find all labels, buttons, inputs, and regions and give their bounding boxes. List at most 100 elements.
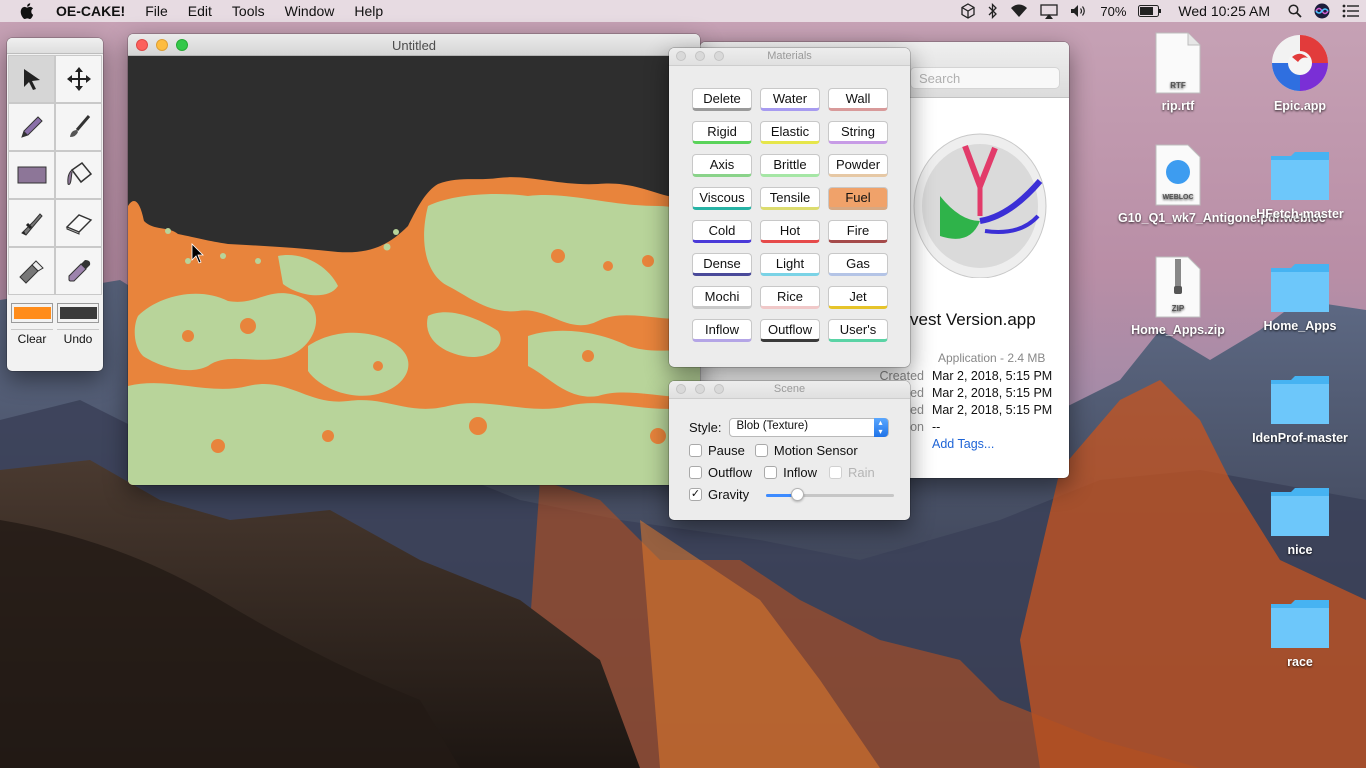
desktop-icon-idenprof-master[interactable]: IdenProf-master (1240, 374, 1360, 446)
style-row: Style: Blob (Texture) ▴ ▾ (689, 418, 889, 437)
desktop-icon-epic-app[interactable]: Epic.app (1240, 32, 1360, 114)
undo-button[interactable]: Undo (57, 329, 99, 349)
pencil-tool[interactable] (8, 103, 55, 151)
tool-palette: Clear Undo (7, 38, 103, 371)
gravity-row: ✓ Gravity (689, 487, 895, 502)
material-button-rice[interactable]: Rice (760, 286, 820, 309)
desktop-icon-label: rip.rtf (1161, 99, 1195, 113)
brush-tool[interactable] (55, 103, 102, 151)
material-button-light[interactable]: Light (760, 253, 820, 276)
svg-text:RTF: RTF (1170, 81, 1186, 90)
move-tool[interactable] (55, 55, 102, 103)
flashlight-tool[interactable] (8, 247, 55, 295)
app-menu[interactable]: OE-CAKE! (52, 3, 135, 19)
desktop-icon-home-apps[interactable]: Home_Apps (1240, 262, 1360, 334)
material-button-axis[interactable]: Axis (692, 154, 752, 177)
folder-icon (1271, 488, 1329, 536)
wifi-icon[interactable] (1010, 4, 1028, 18)
material-button-mochi[interactable]: Mochi (692, 286, 752, 309)
bluetooth-icon[interactable] (988, 3, 998, 19)
fill-tool[interactable] (55, 151, 102, 199)
desktop-icon-race[interactable]: race (1240, 598, 1360, 670)
battery-icon[interactable] (1138, 5, 1162, 17)
desktop-icon-nice[interactable]: nice (1240, 486, 1360, 558)
material-button-elastic[interactable]: Elastic (760, 121, 820, 144)
material-button-wall[interactable]: Wall (828, 88, 888, 111)
gravity-checkbox[interactable]: ✓ (689, 488, 702, 501)
volume-icon[interactable] (1070, 4, 1088, 18)
materials-grid: Delete Water Wall Rigid Elastic String Axis Bri… (692, 88, 888, 342)
slider-knob[interactable] (791, 487, 805, 501)
material-button-string[interactable]: String (828, 121, 888, 144)
knife-tool[interactable] (8, 199, 55, 247)
edit-menu[interactable]: Edit (178, 3, 222, 19)
desktop-icon-home-apps-zip[interactable]: ZIP Home_Apps.zip (1118, 256, 1238, 338)
gravity-slider[interactable] (766, 487, 895, 502)
style-select[interactable]: Blob (Texture) ▴ ▾ (728, 418, 889, 437)
color-swatches (7, 295, 103, 323)
motion-sensor-label: Motion Sensor (773, 443, 858, 458)
material-button-hot[interactable]: Hot (760, 220, 820, 243)
eraser-tool[interactable] (55, 199, 102, 247)
eraser-icon (65, 214, 92, 235)
window-menu[interactable]: Window (275, 3, 345, 19)
material-button-water[interactable]: Water (760, 88, 820, 111)
material-button-outflow[interactable]: Outflow (760, 319, 820, 342)
dropbox-icon[interactable] (960, 3, 976, 19)
scene-titlebar: Scene (669, 381, 910, 399)
simulation-canvas[interactable] (128, 56, 700, 485)
pointer-tool[interactable] (8, 55, 55, 103)
material-button-delete[interactable]: Delete (692, 88, 752, 111)
battery-percent: 70% (1100, 3, 1127, 19)
rectangle-tool[interactable] (8, 151, 55, 199)
file-menu[interactable]: File (135, 3, 178, 19)
material-button-powder[interactable]: Powder (828, 154, 888, 177)
desktop-icon-webloc[interactable]: WEBLOC G10_Q1_wk7_Antigone.pdf.webloc (1118, 144, 1326, 226)
help-menu[interactable]: Help (344, 3, 393, 19)
app-title: vest Version.app (910, 310, 1036, 329)
apple-menu-icon[interactable] (18, 2, 36, 20)
epic-app-icon (1272, 35, 1328, 91)
finder-search-field[interactable]: Search (910, 67, 1060, 89)
desktop-icon-label: Home_Apps.zip (1131, 323, 1225, 337)
menu-bar: OE-CAKE! File Edit Tools Window Help 70%… (0, 0, 1366, 22)
material-button-fuel[interactable]: Fuel (828, 187, 888, 210)
add-tags-link[interactable]: Add Tags... (932, 437, 994, 454)
spotlight-icon[interactable] (1288, 4, 1302, 18)
flow-row: Outflow Inflow Rain (689, 465, 875, 480)
material-button-jet[interactable]: Jet (828, 286, 888, 309)
dropper-tool[interactable] (55, 247, 102, 295)
material-button-cold[interactable]: Cold (692, 220, 752, 243)
motion-sensor-checkbox[interactable] (754, 444, 768, 457)
desktop-icon-rip-rtf[interactable]: RTF rip.rtf (1118, 32, 1238, 114)
pause-checkbox[interactable] (689, 444, 702, 457)
material-button-fire[interactable]: Fire (828, 220, 888, 243)
notification-center-icon[interactable] (1342, 4, 1360, 18)
material-button-gas[interactable]: Gas (828, 253, 888, 276)
tool-grid (7, 54, 103, 295)
outflow-checkbox[interactable] (689, 466, 702, 479)
paint-bucket-icon (66, 161, 92, 185)
siri-icon[interactable] (1314, 3, 1330, 19)
material-button-tensile[interactable]: Tensile (760, 187, 820, 210)
tools-menu[interactable]: Tools (222, 3, 275, 19)
material-button-viscous[interactable]: Viscous (692, 187, 752, 210)
material-button-brittle[interactable]: Brittle (760, 154, 820, 177)
airplay-icon[interactable] (1040, 3, 1059, 19)
arrow-pointer-icon (23, 69, 40, 90)
primary-color-swatch[interactable] (11, 303, 53, 323)
panel-title: Materials (767, 50, 812, 62)
inflow-checkbox[interactable] (764, 466, 778, 479)
material-button-inflow[interactable]: Inflow (692, 319, 752, 342)
clear-button[interactable]: Clear (11, 329, 53, 349)
secondary-color-swatch[interactable] (57, 303, 99, 323)
material-button-dense[interactable]: Dense (692, 253, 752, 276)
material-button-rigid[interactable]: Rigid (692, 121, 752, 144)
rain-checkbox (829, 466, 843, 479)
rain-label: Rain (848, 465, 875, 480)
rectangle-icon (17, 166, 46, 184)
material-button-users[interactable]: User's (828, 319, 888, 342)
desktop-icon-hfetch-master[interactable]: HFetch-master (1240, 150, 1360, 222)
menu-clock[interactable]: Wed 10:25 AM (1178, 3, 1270, 19)
folder-icon (1271, 264, 1329, 312)
